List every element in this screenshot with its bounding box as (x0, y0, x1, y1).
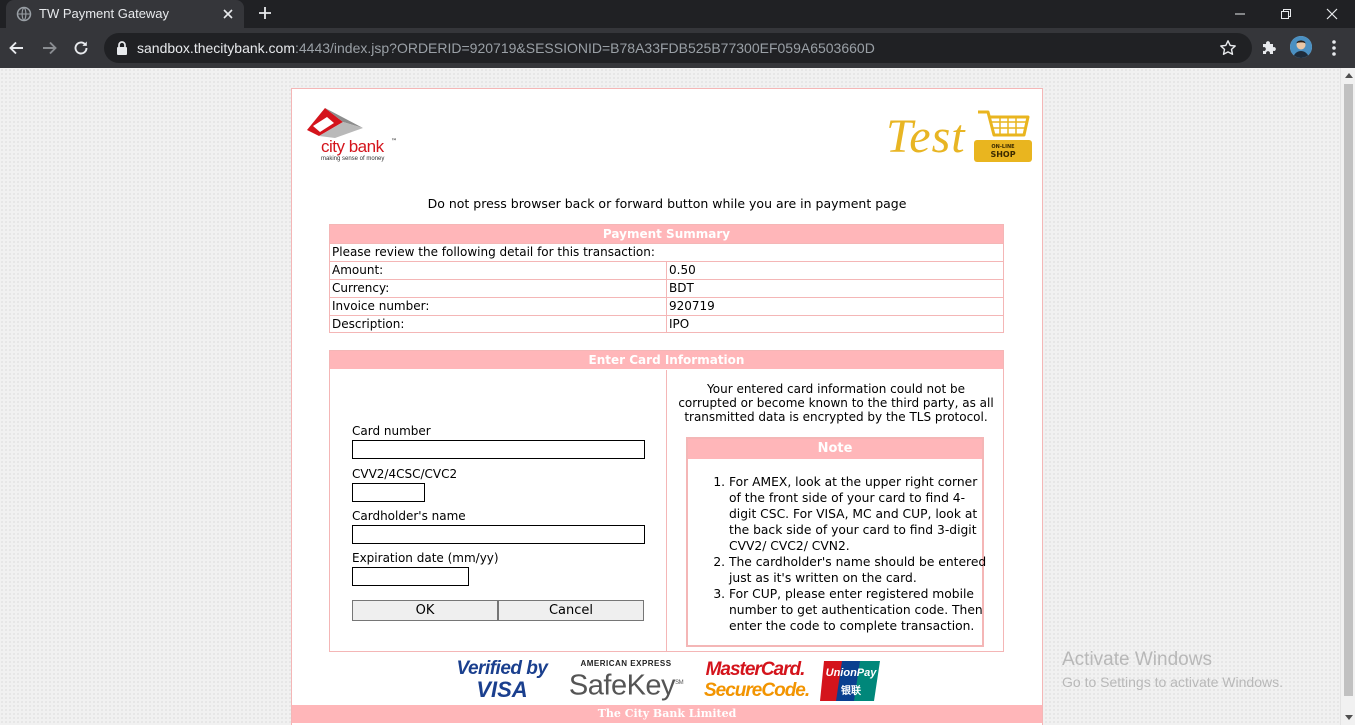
note-box: Note For AMEX, look at the upper right c… (686, 437, 987, 647)
shop-badge-bottom: SHOP (990, 149, 1016, 159)
securecode-text: SecureCode. (704, 680, 810, 701)
cardholder-name-input[interactable] (352, 525, 645, 544)
summary-label: Description: (330, 316, 667, 333)
card-number-input[interactable] (352, 440, 645, 459)
verified-by-visa-logo: Verified by VISA (456, 659, 548, 703)
summary-label: Invoice number: (330, 298, 667, 315)
ok-button[interactable]: OK (352, 600, 498, 621)
page-viewport: city bank ™ making sense of money Test O… (0, 68, 1355, 725)
summary-value: 0.50 (669, 263, 696, 277)
navigation-warning: Do not press browser back or forward but… (427, 196, 907, 211)
visa-text: VISA (476, 677, 528, 702)
test-shop-logo: Test ON-LINE SHOP (886, 109, 1036, 171)
profile-avatar-icon (1290, 36, 1312, 58)
tab-strip: TW Payment Gateway (0, 0, 1355, 28)
forward-icon[interactable] (39, 38, 59, 58)
url-path: :4443/index.jsp?ORDERID=920719&SESSIONID… (294, 40, 875, 56)
activate-windows-title: Activate Windows (1062, 649, 1212, 670)
amex-text: AMERICAN EXPRESS (580, 659, 672, 668)
note-item: For AMEX, look at the upper right corner… (729, 474, 987, 554)
close-window-icon (1326, 8, 1338, 20)
online-shop-badge: ON-LINE SHOP (974, 140, 1032, 162)
scroll-up-arrow-icon[interactable] (1345, 73, 1353, 78)
summary-row-amount: Amount: 0.50 (330, 261, 1003, 279)
payment-summary-panel: Payment Summary Please review the follow… (329, 224, 1004, 333)
card-information-panel: Enter Card Information Card number CVV2/… (329, 350, 1004, 652)
city-bank-logo: city bank ™ making sense of money (305, 106, 405, 168)
close-tab-icon[interactable] (219, 5, 237, 23)
summary-value: 920719 (669, 299, 715, 313)
windows-activation-watermark: Activate Windows Go to Settings to activ… (1062, 649, 1283, 690)
menu-kebab-icon[interactable] (1324, 38, 1344, 58)
payment-summary-heading: Payment Summary (330, 225, 1003, 243)
security-notice: Your entered card information could not … (678, 382, 994, 424)
test-shop-wordmark: Test (886, 110, 966, 163)
cvv-input[interactable] (352, 483, 425, 502)
profile-avatar[interactable] (1290, 36, 1312, 58)
note-item: The cardholder's name should be entered … (729, 554, 987, 586)
summary-value: BDT (669, 281, 694, 295)
restore-button[interactable] (1263, 0, 1309, 28)
summary-row-invoice: Invoice number: 920719 (330, 297, 1003, 315)
scrollbar-thumb[interactable] (1344, 84, 1353, 696)
reload-icon[interactable] (71, 38, 91, 58)
lock-icon[interactable] (115, 40, 129, 56)
bookmark-star-icon[interactable] (1219, 39, 1237, 57)
card-form: Card number CVV2/4CSC/CVC2 Cardholder's … (330, 370, 667, 651)
vertical-scrollbar[interactable] (1340, 68, 1355, 725)
summary-label: Currency: (330, 280, 667, 297)
url-text: sandbox.thecitybank.com:4443/index.jsp?O… (137, 40, 875, 56)
minimize-icon (1235, 13, 1245, 15)
expiration-date-label: Expiration date (mm/yy) (352, 551, 499, 565)
activate-windows-subtitle: Go to Settings to activate Windows. (1062, 674, 1283, 690)
scroll-down-arrow-icon[interactable] (1345, 715, 1353, 720)
browser-toolbar: sandbox.thecitybank.com:4443/index.jsp?O… (0, 28, 1355, 68)
note-list: For AMEX, look at the upper right corner… (729, 474, 987, 634)
back-icon[interactable] (7, 38, 27, 58)
tab-title: TW Payment Gateway (39, 6, 170, 21)
expiration-date-input[interactable] (352, 567, 469, 586)
globe-icon (16, 6, 32, 22)
city-bank-wordmark: city bank (321, 137, 384, 156)
new-tab-icon[interactable] (256, 4, 274, 22)
safekey-text: SafeKey (568, 669, 676, 702)
amex-safekey-logo: AMERICAN EXPRESS SafeKeySM (564, 659, 688, 703)
close-window-button[interactable] (1309, 0, 1355, 28)
note-item: For CUP, please enter registered mobile … (729, 586, 987, 634)
summary-row-description: Description: IPO (330, 315, 1003, 333)
city-bank-emblem-icon (307, 108, 363, 138)
verified-by-text: Verified by (456, 658, 548, 679)
url-host: sandbox.thecitybank.com (137, 40, 295, 56)
city-bank-tm: ™ (391, 138, 397, 145)
card-scheme-logos: Verified by VISA AMERICAN EXPRESS SafeKe… (452, 659, 892, 703)
address-bar[interactable]: sandbox.thecitybank.com:4443/index.jsp?O… (104, 33, 1252, 63)
note-heading: Note (688, 439, 982, 459)
unionpay-text: UnionPay (825, 667, 877, 679)
card-number-label: Card number (352, 424, 431, 438)
minimize-button[interactable] (1217, 0, 1263, 28)
summary-intro: Please review the following detail for t… (332, 245, 655, 259)
restore-icon (1281, 9, 1291, 19)
cancel-button[interactable]: Cancel (498, 600, 644, 621)
mastercard-text: MasterCard. (705, 659, 806, 680)
payment-page: city bank ™ making sense of money Test O… (291, 88, 1043, 725)
extensions-puzzle-icon[interactable] (1259, 38, 1279, 58)
unionpay-chinese-text: 银联 (841, 686, 861, 697)
safekey-wordmark: SafeKeySM (564, 668, 688, 701)
cvv-label: CVV2/4CSC/CVC2 (352, 467, 458, 481)
summary-label: Amount: (330, 262, 667, 279)
card-information-heading: Enter Card Information (330, 351, 1003, 369)
cardholder-name-label: Cardholder's name (352, 509, 466, 523)
city-bank-tagline: making sense of money (321, 156, 385, 162)
browser-tab[interactable]: TW Payment Gateway (6, 0, 244, 28)
page-footer: The City Bank Limited (292, 705, 1042, 723)
card-info-side: Your entered card information could not … (668, 370, 1003, 651)
summary-row-currency: Currency: BDT (330, 279, 1003, 297)
summary-intro-row: Please review the following detail for t… (330, 243, 1003, 261)
summary-value: IPO (669, 317, 690, 331)
unionpay-logo: UnionPay 银联 (818, 660, 882, 702)
safekey-sm: SM (675, 680, 684, 686)
mastercard-securecode-logo: MasterCard. SecureCode. (704, 659, 810, 703)
